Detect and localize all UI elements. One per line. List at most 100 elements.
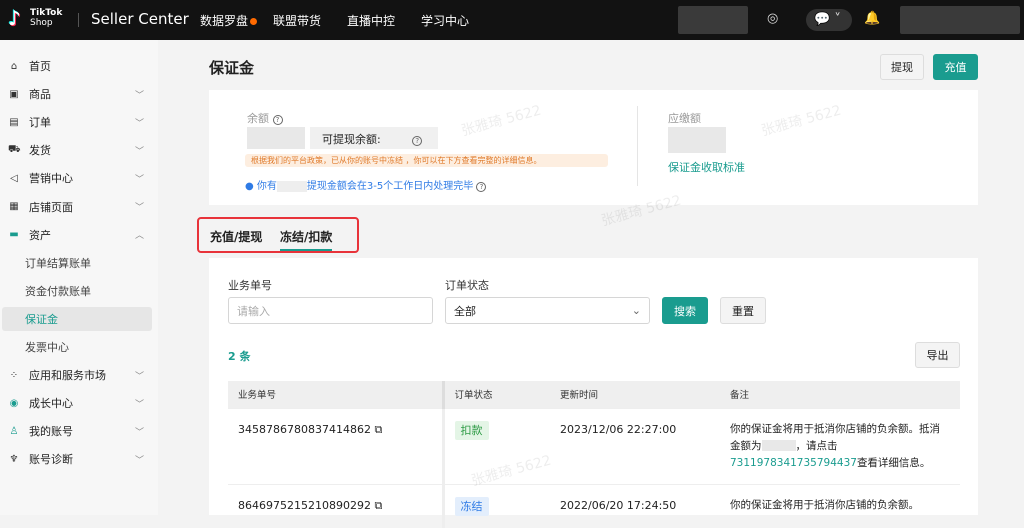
nav-live[interactable]: 直播中控 (347, 12, 395, 29)
sidebar-item[interactable]: 保证金 (2, 307, 152, 331)
status-label: 订单状态 (445, 277, 489, 293)
update-time: 2022/06/20 17:24:50 (550, 484, 720, 528)
sidebar-item-label: 店铺页面 (29, 199, 73, 215)
sidebar-item[interactable]: 订单结算账单 (8, 251, 154, 275)
sidebar-item-label: 应用和服务市场 (29, 367, 106, 383)
sidebar-item[interactable]: ♆账号诊断﹀ (8, 447, 154, 471)
support-icon[interactable]: ◎ (767, 11, 778, 26)
chevron-down-icon[interactable]: ﹀ (135, 116, 144, 129)
trophy-icon: ♆ (8, 454, 20, 465)
chevron-down-icon[interactable]: ﹀ (135, 144, 144, 157)
nav-label: 数据罗盘 (200, 14, 248, 28)
chevron-down-icon[interactable]: ﹀ (135, 453, 144, 466)
sidebar-item[interactable]: ◁ 营销中心 ﹀ (8, 166, 154, 190)
export-button[interactable]: 导出 (915, 342, 960, 368)
record-count: 2 条 (228, 348, 250, 364)
table-row: 3458786780837414862 ⧉ 扣款 2023/12/06 22:2… (228, 408, 960, 484)
order-icon: ▤ (8, 117, 20, 128)
balance-card: 余额 ? 可提现余额: ? 根据我们的平台政策，已从你的账号中冻结 ，你可以在下… (209, 90, 978, 205)
sidebar-item[interactable]: ▣ 商品 ﹀ (8, 82, 154, 106)
sidebar-item-label: 订单 (29, 114, 51, 130)
note-text: 查看详细信息。 (857, 457, 931, 469)
status-badge: 扣款 (455, 421, 489, 440)
divider (637, 106, 638, 186)
logo-text: TikTok (30, 8, 62, 18)
tiktok-shop-logo[interactable]: ♪ TikTokShop (8, 6, 62, 30)
status-badge: 冻结 (455, 497, 489, 516)
bell-icon[interactable]: 🔔 (864, 11, 880, 26)
truck-icon: ⛟ (8, 144, 20, 157)
copy-icon[interactable]: ⧉ (374, 423, 382, 436)
sidebar-item-label: 商品 (29, 86, 51, 102)
detail-link[interactable]: 7311978341735794437 (730, 457, 857, 469)
info-text: 提现金额会在3-5个工作日内处理完毕 (307, 181, 473, 192)
withdraw-button[interactable]: 提现 (880, 54, 924, 80)
freeze-notice: 根据我们的平台政策，已从你的账号中冻结 ，你可以在下方查看完整的详细信息。 (245, 154, 608, 167)
sidebar-item-label: 成长中心 (29, 395, 73, 411)
chevron-down-icon[interactable]: ﹀ (135, 88, 144, 101)
id-label: 业务单号 (228, 277, 272, 293)
tab-recharge-withdraw[interactable]: 充值/提现 (210, 228, 262, 245)
sidebar-item-label: 订单结算账单 (25, 255, 91, 271)
store-icon: ▦ (8, 201, 20, 212)
app-name: Seller Center (91, 10, 189, 28)
chevron-down-icon[interactable]: ﹀ (135, 397, 144, 410)
sidebar-item[interactable]: 发票中心 (8, 335, 154, 359)
redacted-shop (678, 6, 748, 34)
help-icon[interactable]: ? (412, 136, 422, 146)
sidebar-item[interactable]: 资金付款账单 (8, 279, 154, 303)
redacted-balance (247, 127, 305, 149)
sidebar-item-label: 资金付款账单 (25, 283, 91, 299)
product-icon: ▣ (8, 89, 20, 100)
sidebar-item[interactable]: ◉成长中心﹀ (8, 391, 154, 415)
chevron-down-icon: ⌄ (632, 304, 641, 317)
chevron-down-icon[interactable]: ﹀ (135, 200, 144, 213)
chevron-up-icon[interactable]: ︿ (135, 228, 144, 241)
note-text: 你的保证金将用于抵消你店铺的负余额。 (720, 484, 960, 528)
page-title: 保证金 (209, 57, 254, 78)
reset-button[interactable]: 重置 (720, 297, 766, 324)
business-id: 3458786780837414862 (238, 423, 371, 436)
sidebar-item-label: 保证金 (25, 311, 58, 327)
recharge-button[interactable]: 充值 (933, 54, 978, 80)
withdraw-info: ● 你有提现金额会在3-5个工作日内处理完毕 ? (245, 177, 486, 192)
sidebar-item[interactable]: ⁘ 应用和服务市场 ﹀ (8, 363, 154, 387)
deposit-standard-link[interactable]: 保证金收取标准 (668, 159, 745, 175)
copy-icon[interactable]: ⧉ (374, 499, 382, 512)
sidebar: ⌂首页 ▣ 商品 ﹀ ▤ 订单 ﹀ ⛟ 发货 ﹀ ◁ 营销中心 ﹀ ▦ 店铺页面 ﹀ ▬资产︿ 订单结算账单资金付… (0, 40, 158, 515)
notification-dot (250, 18, 257, 25)
chevron-down-icon[interactable]: ﹀ (135, 369, 144, 382)
help-icon[interactable]: ? (273, 115, 283, 125)
sidebar-item[interactable]: ♙我的账号﹀ (8, 419, 154, 443)
sidebar-item-label: 发货 (29, 142, 51, 158)
chevron-down-icon[interactable]: ﹀ (135, 172, 144, 185)
nav-data-compass[interactable]: 数据罗盘 (200, 12, 257, 29)
nav-affiliate[interactable]: 联盟带货 (273, 12, 321, 29)
apps-icon: ⁘ (8, 370, 20, 381)
help-icon[interactable]: ? (476, 182, 486, 192)
redacted-account[interactable] (900, 6, 1020, 34)
sidebar-item[interactable]: ▦ 店铺页面 ﹀ (8, 195, 154, 219)
table-row: 8646975215210890292 ⧉ 冻结 2022/06/20 17:2… (228, 484, 960, 528)
sidebar-item-label: 营销中心 (29, 170, 73, 186)
status-select[interactable]: 全部 ⌄ (445, 297, 650, 324)
sidebar-item[interactable]: ▬资产︿ (8, 223, 154, 247)
logo-text: Shop (30, 18, 53, 28)
sidebar-item[interactable]: ⌂首页 (8, 54, 154, 78)
tab-freeze-deduct[interactable]: 冻结/扣款 (280, 228, 332, 251)
sidebar-item-label: 我的账号 (29, 423, 73, 439)
due-label: 应缴额 (668, 110, 701, 126)
col-status: 订单状态 (443, 381, 550, 408)
chat-button[interactable]: 💬 ˅ (806, 9, 852, 31)
megaphone-icon: ◁ (8, 173, 20, 184)
records-table: 业务单号 订单状态 更新时间 备注 3458786780837414862 ⧉ … (228, 381, 960, 528)
nav-learning[interactable]: 学习中心 (421, 12, 469, 29)
status-value: 全部 (454, 303, 476, 319)
home-icon: ⌂ (8, 61, 20, 72)
sidebar-item[interactable]: ▤ 订单 ﹀ (8, 110, 154, 134)
withdrawable-balance: 可提现余额: ? (310, 127, 438, 149)
search-button[interactable]: 搜索 (662, 297, 708, 324)
sidebar-item[interactable]: ⛟ 发货 ﹀ (8, 138, 154, 162)
business-id-input[interactable]: 请输入 (228, 297, 433, 324)
chevron-down-icon[interactable]: ﹀ (135, 425, 144, 438)
